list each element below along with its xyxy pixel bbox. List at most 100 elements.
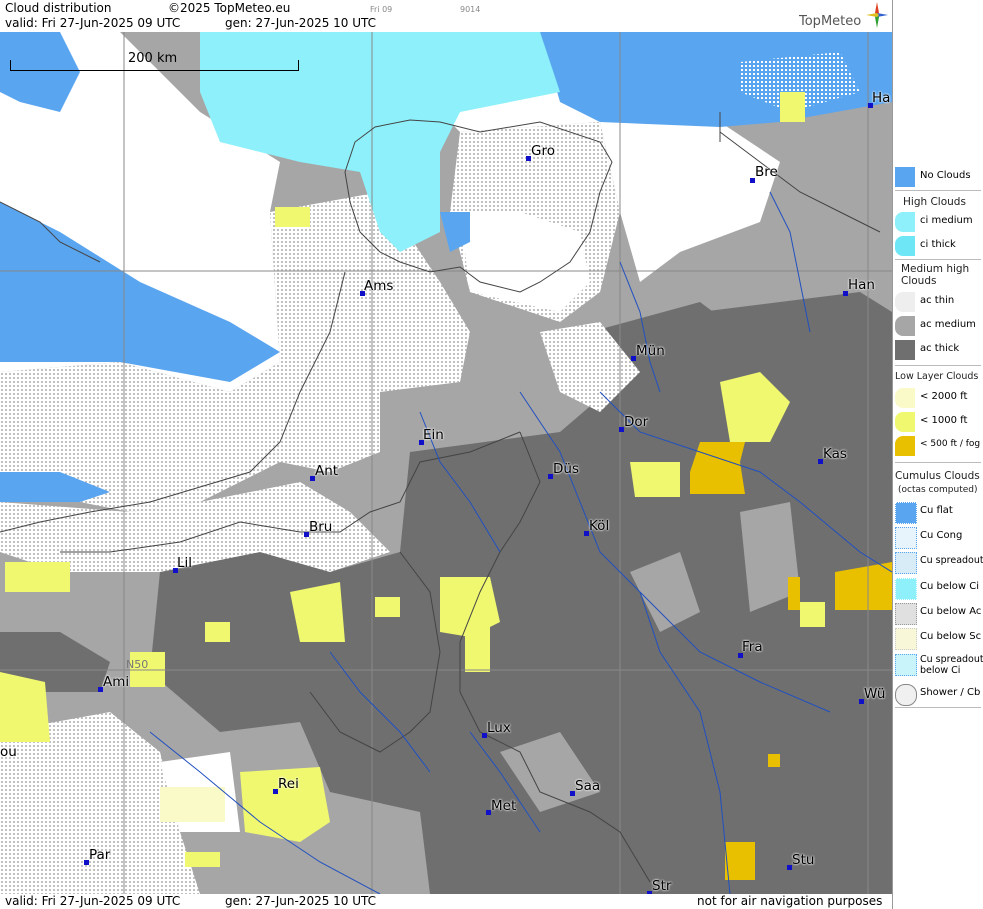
swatch bbox=[895, 578, 917, 600]
legend-cu-spreadout-ci: Cu spreadout below Ci bbox=[893, 652, 983, 682]
swatch bbox=[895, 552, 917, 574]
legend-label: ac medium bbox=[920, 319, 976, 330]
legend-label: < 500 ft / fog bbox=[920, 439, 981, 449]
legend-ac-thick: ac thick bbox=[893, 338, 983, 362]
swatch bbox=[895, 340, 915, 360]
map-canvas bbox=[0, 32, 892, 894]
city-label: Köl bbox=[589, 518, 610, 534]
city-label: Stu bbox=[792, 852, 815, 868]
compass-icon bbox=[866, 2, 888, 31]
cloud-map[interactable]: 200 km N50 Gro Bre Ha Ams Han Mün Ein Do… bbox=[0, 32, 892, 894]
legend-heading: High Clouds bbox=[903, 196, 966, 208]
swatch bbox=[895, 436, 915, 456]
legend-heading: Low Layer Clouds bbox=[895, 371, 979, 382]
legend-cu-cong: Cu Cong bbox=[893, 525, 983, 549]
legend-cu-spreadout: Cu spreadout bbox=[893, 550, 983, 574]
city-label: Saa bbox=[575, 778, 601, 794]
legend-panel: No Clouds High Clouds ci medium ci thick… bbox=[892, 0, 983, 909]
swatch bbox=[895, 654, 917, 676]
city-label: Ams bbox=[364, 278, 394, 294]
city-label: Par bbox=[89, 847, 111, 863]
city-label: Fra bbox=[742, 639, 763, 655]
legend-label: No Clouds bbox=[920, 170, 971, 181]
footer-generated-time: gen: 27-Jun-2025 10 UTC bbox=[225, 894, 377, 908]
city-label: Ant bbox=[315, 463, 339, 479]
swatch bbox=[895, 167, 915, 187]
divider bbox=[895, 259, 981, 260]
city-label: Gro bbox=[531, 143, 555, 159]
swatch bbox=[895, 603, 917, 625]
city-label: Lux bbox=[487, 720, 511, 736]
disclaimer: not for air navigation purposes bbox=[697, 894, 883, 908]
legend-label: ac thick bbox=[920, 343, 960, 354]
footer-bar: valid: Fri 27-Jun-2025 09 UTC gen: 27-Ju… bbox=[0, 894, 892, 909]
city-label: Met bbox=[491, 798, 517, 814]
shower-icon bbox=[895, 684, 917, 706]
city-label: Ami bbox=[103, 674, 130, 690]
legend-low-2000: < 2000 ft bbox=[893, 386, 983, 410]
legend-ac-thin: ac thin bbox=[893, 290, 983, 314]
copyright: ©2025 TopMeteo.eu bbox=[168, 1, 291, 15]
legend-label: ac thin bbox=[920, 295, 955, 306]
swatch bbox=[895, 502, 917, 524]
legend-subheading: (octas computed) bbox=[898, 485, 978, 495]
legend-label: ci medium bbox=[920, 215, 973, 226]
legend-cu-below-ac: Cu below Ac bbox=[893, 601, 983, 625]
latitude-label: N50 bbox=[126, 658, 149, 671]
swatch bbox=[895, 316, 915, 336]
city-label: Ein bbox=[423, 427, 444, 443]
legend-ac-medium: ac medium bbox=[893, 314, 983, 338]
city-label: Ha bbox=[872, 90, 891, 106]
city-label: Düs bbox=[553, 461, 579, 477]
divider bbox=[895, 707, 981, 708]
legend-cu-below-ci: Cu below Ci bbox=[893, 576, 983, 600]
swatch bbox=[895, 388, 915, 408]
divider bbox=[895, 190, 981, 191]
legend-label: Cu flat bbox=[920, 505, 953, 516]
swatch bbox=[895, 412, 915, 432]
swatch bbox=[895, 236, 915, 256]
legend-heading: Medium high Clouds bbox=[901, 263, 970, 287]
legend-label: Cu below Ac bbox=[920, 606, 982, 617]
legend-label: < 1000 ft bbox=[920, 415, 968, 426]
valid-time: valid: Fri 27-Jun-2025 09 UTC bbox=[5, 16, 181, 30]
legend-ci-thick: ci thick bbox=[893, 234, 983, 258]
legend-cu-flat: Cu flat bbox=[893, 500, 983, 524]
swatch bbox=[895, 212, 915, 232]
city-label: Bru bbox=[309, 519, 333, 535]
map-code: 9014 bbox=[460, 5, 481, 14]
legend-label: ci thick bbox=[920, 239, 956, 250]
city-label: Wü bbox=[864, 686, 886, 702]
city-label: ou bbox=[0, 744, 17, 760]
city-label: Bre bbox=[755, 164, 778, 180]
scale-label: 200 km bbox=[128, 51, 178, 66]
swatch bbox=[895, 527, 917, 549]
city-label: Dor bbox=[624, 414, 649, 430]
swatch bbox=[895, 628, 917, 650]
generated-time: gen: 27-Jun-2025 10 UTC bbox=[225, 16, 377, 30]
map-title: Cloud distribution bbox=[5, 1, 112, 15]
legend-heading: Cumulus Clouds bbox=[895, 470, 980, 482]
legend-ci-medium: ci medium bbox=[893, 210, 983, 234]
legend-label: Cu spreadout below Ci bbox=[920, 654, 983, 676]
city-label: Kas bbox=[823, 446, 847, 462]
city-label: Mün bbox=[636, 343, 665, 359]
city-label: Rei bbox=[278, 776, 299, 792]
divider bbox=[895, 462, 981, 463]
topmeteo-logo: TopMeteo bbox=[799, 14, 862, 29]
header-bar: Cloud distribution ©2025 TopMeteo.eu val… bbox=[0, 0, 892, 32]
legend-label: Shower / Cb bbox=[920, 687, 981, 698]
city-label: Lil bbox=[177, 555, 193, 571]
legend-shower: Shower / Cb bbox=[893, 682, 983, 706]
legend-label: < 2000 ft bbox=[920, 391, 968, 402]
time-slot: Fri 09 bbox=[370, 5, 393, 14]
legend-low-500: < 500 ft / fog bbox=[893, 434, 983, 458]
footer-valid-time: valid: Fri 27-Jun-2025 09 UTC bbox=[5, 894, 181, 908]
city-label: Han bbox=[848, 277, 875, 293]
legend-label: Cu below Sc bbox=[920, 631, 982, 642]
legend-label: Cu spreadout bbox=[920, 555, 983, 566]
divider bbox=[895, 365, 981, 366]
legend-no-clouds: No Clouds bbox=[893, 165, 983, 189]
city-label: Str bbox=[652, 878, 672, 894]
swatch bbox=[895, 292, 915, 312]
